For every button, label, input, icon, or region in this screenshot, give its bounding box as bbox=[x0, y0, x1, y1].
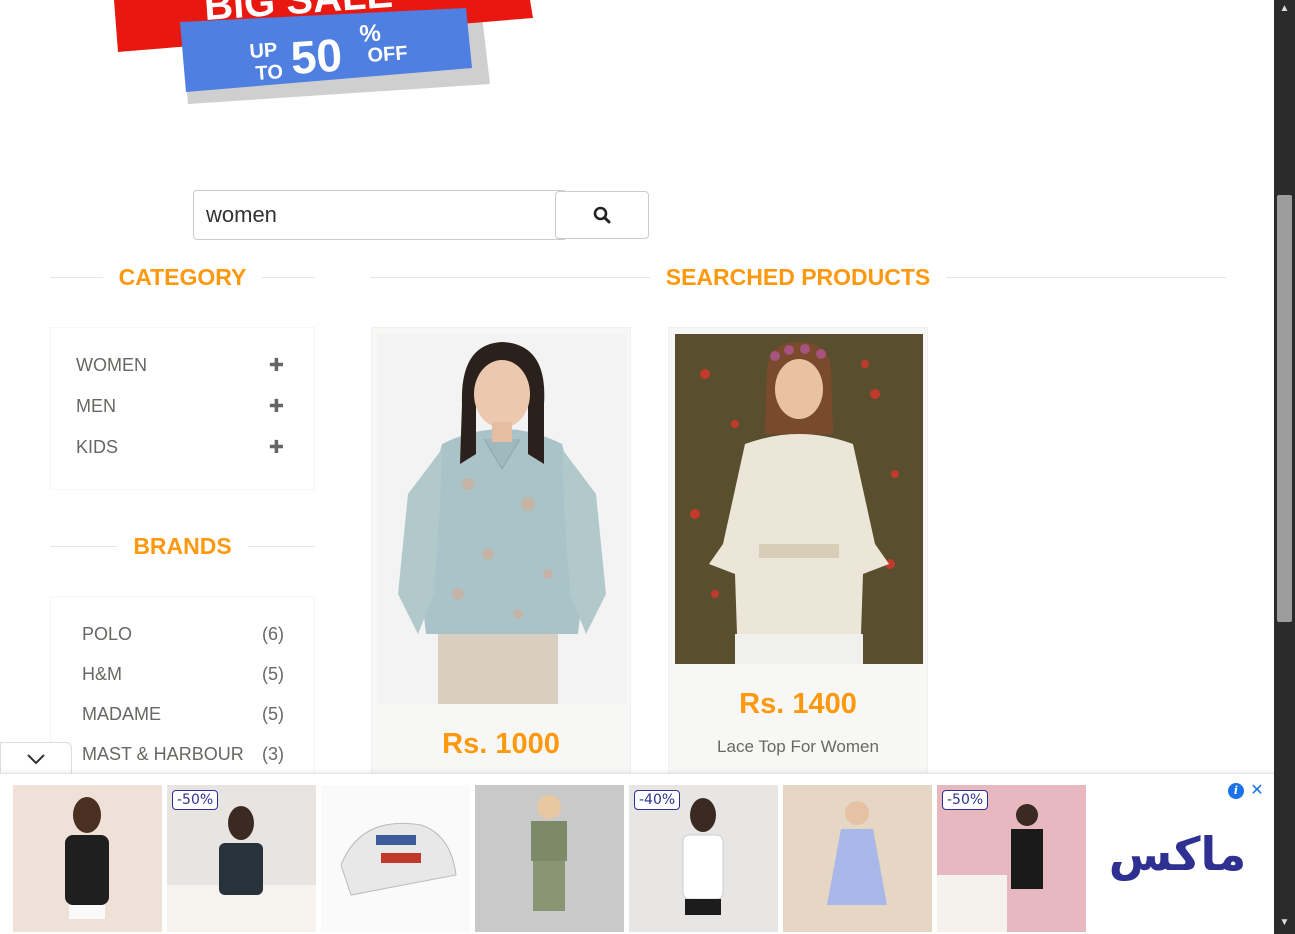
product-name[interactable]: Lace Top For Women bbox=[669, 737, 927, 757]
info-icon[interactable]: i bbox=[1228, 783, 1244, 799]
plus-icon[interactable]: ✚ bbox=[269, 437, 284, 458]
product-image[interactable] bbox=[378, 334, 626, 704]
brands-title: BRANDS bbox=[133, 532, 232, 559]
svg-text:TO: TO bbox=[255, 61, 284, 85]
category-item-men[interactable]: MEN ✚ bbox=[76, 394, 284, 418]
ad-product-tile[interactable]: -50% bbox=[937, 785, 1086, 932]
category-item-kids[interactable]: KIDS ✚ bbox=[76, 435, 284, 459]
product-price: Rs. 1400 bbox=[739, 688, 857, 720]
brand-item-mast-harbour[interactable]: MAST & HARBOUR (3) bbox=[82, 742, 284, 766]
search-bar bbox=[193, 190, 649, 240]
products-title: SEARCHED PRODUCTS bbox=[665, 263, 931, 290]
brands-heading: BRANDS bbox=[50, 531, 316, 561]
discount-badge: -50% bbox=[172, 790, 219, 810]
brand-item-polo[interactable]: POLO (6) bbox=[82, 622, 284, 646]
ad-product-tile[interactable] bbox=[783, 785, 932, 932]
ad-product-tile[interactable]: -50% bbox=[167, 785, 316, 932]
discount-badge: -50% bbox=[942, 790, 989, 810]
plus-icon[interactable]: ✚ bbox=[269, 355, 284, 376]
ad-banner: -50% -40% -50% ماكس i ✕ bbox=[0, 773, 1274, 934]
product-price: Rs. 1000 bbox=[442, 728, 560, 760]
ad-product-tile[interactable] bbox=[321, 785, 470, 932]
sale-banner: BIG SALE UP TO 50 % OFF bbox=[110, 0, 540, 110]
ad-product-tile[interactable] bbox=[475, 785, 624, 932]
scroll-up-arrow-icon[interactable]: ▲ bbox=[1274, 0, 1295, 18]
banner-percent: 50 bbox=[289, 29, 344, 84]
product-card[interactable]: Rs. 1400 Lace Top For Women bbox=[668, 327, 928, 787]
svg-text:OFF: OFF bbox=[367, 42, 408, 67]
products-heading: SEARCHED PRODUCTS bbox=[370, 262, 1226, 292]
search-button[interactable] bbox=[555, 191, 649, 239]
ad-collapse-button[interactable] bbox=[0, 742, 72, 774]
plus-icon[interactable]: ✚ bbox=[269, 396, 284, 417]
category-heading: CATEGORY bbox=[50, 262, 315, 292]
close-icon[interactable]: ✕ bbox=[1248, 780, 1266, 800]
discount-badge: -40% bbox=[634, 790, 681, 810]
product-image[interactable] bbox=[675, 334, 923, 664]
product-card[interactable]: Rs. 1000 bbox=[371, 327, 631, 787]
category-item-women[interactable]: WOMEN ✚ bbox=[76, 353, 284, 377]
page-scrollbar[interactable]: ▲ ▼ bbox=[1274, 0, 1295, 934]
brand-item-madame[interactable]: MADAME (5) bbox=[82, 702, 284, 726]
scroll-down-arrow-icon[interactable]: ▼ bbox=[1274, 914, 1295, 932]
advertiser-logo[interactable]: ماكس bbox=[1100, 824, 1255, 884]
category-title: CATEGORY bbox=[118, 263, 247, 290]
search-input[interactable] bbox=[193, 190, 565, 240]
ad-product-tile[interactable] bbox=[13, 785, 162, 932]
category-panel: WOMEN ✚ MEN ✚ KIDS ✚ bbox=[50, 327, 315, 490]
chevron-down-icon bbox=[27, 753, 45, 764]
scroll-thumb[interactable] bbox=[1277, 195, 1292, 622]
ad-product-tile[interactable]: -40% bbox=[629, 785, 778, 932]
brands-panel: POLO (6) H&M (5) MADAME (5) MAST & HARBO… bbox=[50, 596, 315, 786]
svg-text:UP: UP bbox=[249, 39, 278, 63]
brand-item-hm[interactable]: H&M (5) bbox=[82, 662, 284, 686]
search-icon bbox=[593, 206, 611, 224]
